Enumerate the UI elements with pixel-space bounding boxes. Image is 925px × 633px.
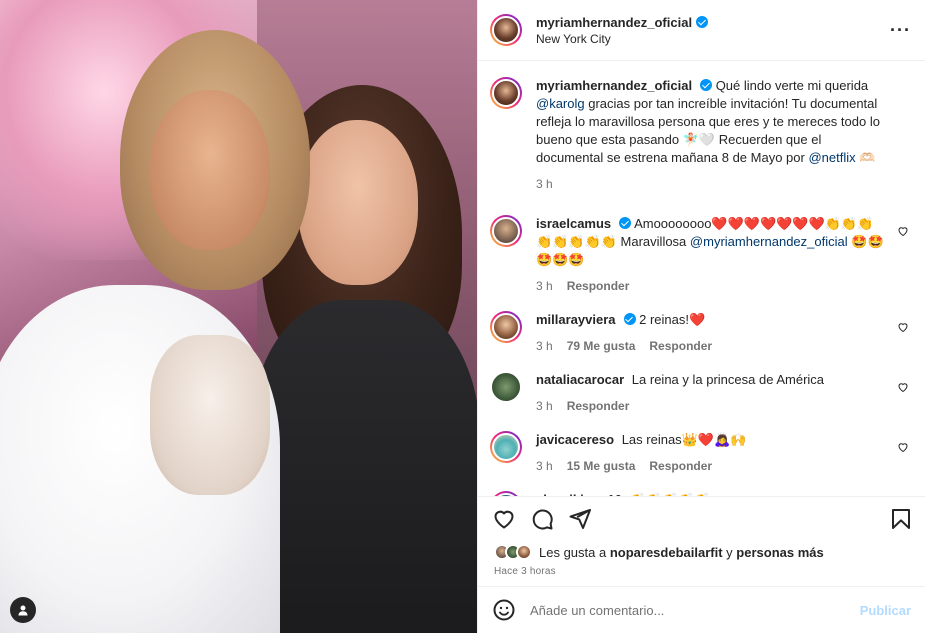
comment-like-heart-icon[interactable]	[897, 441, 909, 453]
caption-mention-karolg[interactable]: @karolg	[536, 96, 585, 111]
photo-person-left-face	[150, 90, 270, 250]
reply-button[interactable]: Responder	[567, 277, 630, 295]
comment-username[interactable]: clanvikingo10	[536, 492, 622, 496]
comment-item: israelcamus Amoooooooo❤️❤️❤️❤️❤️❤️❤️👏👏👏👏…	[490, 215, 909, 295]
comment-mention[interactable]: @myriamhernandez_oficial	[690, 234, 848, 249]
avatar[interactable]	[490, 311, 522, 343]
emoji-icon[interactable]	[492, 598, 516, 622]
post-photo[interactable]	[0, 0, 477, 633]
verified-badge-icon	[700, 79, 713, 91]
avatar[interactable]	[490, 215, 522, 247]
photo-person-right-face	[298, 120, 418, 285]
post-time-ago[interactable]: Hace 3 horas	[478, 564, 925, 586]
likes-summary: Les gusta a noparesdebailarfit y persona…	[478, 540, 925, 564]
likes-prefix: Les gusta a	[539, 544, 607, 560]
comment-time[interactable]: 3 h	[536, 277, 553, 295]
reply-button[interactable]: Responder	[567, 397, 630, 415]
comment-text: La reina y la princesa de América	[631, 372, 825, 387]
comment-likes-count[interactable]: 15 Me gusta	[567, 457, 636, 475]
comment-icon[interactable]	[530, 507, 554, 531]
comment-likes-count[interactable]: 79 Me gusta	[567, 337, 636, 355]
comment-text: 2 reinas!❤️	[639, 312, 706, 327]
likes-user[interactable]: noparesdebailarfit	[610, 545, 723, 560]
send-icon[interactable]	[568, 507, 592, 531]
comment-username[interactable]: javicacereso	[536, 432, 614, 447]
comment-item: nataliacarocar La reina y la princesa de…	[490, 371, 909, 415]
comment-username[interactable]: millarayviera	[536, 312, 616, 327]
post-caption: myriamhernandez_oficial Qué lindo verte …	[490, 77, 909, 193]
caption-time[interactable]: 3 h	[536, 175, 553, 193]
caption-username[interactable]: myriamhernandez_oficial	[536, 78, 692, 93]
avatar	[516, 544, 532, 560]
avatar[interactable]	[490, 371, 522, 403]
bookmark-icon[interactable]	[889, 507, 913, 531]
avatar[interactable]	[490, 14, 522, 46]
comment-item: millarayviera 2 reinas!❤️ 3 h 79 Me gust…	[490, 311, 909, 355]
post-header: myriamhernandez_oficial New York City ··…	[478, 0, 925, 61]
comment-like-heart-icon[interactable]	[897, 321, 909, 333]
comment-time[interactable]: 3 h	[536, 337, 553, 355]
photo-person-right-body	[250, 300, 477, 633]
post-side-panel: myriamhernandez_oficial New York City ··…	[477, 0, 925, 633]
comment-like-heart-icon[interactable]	[897, 381, 909, 393]
likes-others[interactable]: personas más	[736, 545, 823, 560]
comment-text: 👏👏👏👏👏	[630, 492, 711, 496]
comment-item: javicacereso Las reinas👑❤️🙇‍♀️🙌 3 h 15 M…	[490, 431, 909, 475]
caption-mention-netflix[interactable]: @netflix	[808, 150, 855, 165]
comment-input[interactable]	[530, 602, 860, 618]
post-author-info: myriamhernandez_oficial New York City	[536, 15, 890, 46]
verified-badge-icon	[619, 217, 632, 229]
heart-icon[interactable]	[492, 507, 516, 531]
likes-text: Les gusta a noparesdebailarfit y persona…	[539, 545, 824, 560]
avatar[interactable]	[490, 77, 522, 109]
photo-gloves	[150, 335, 270, 495]
publish-button[interactable]: Publicar	[860, 603, 911, 618]
reply-button[interactable]: Responder	[649, 457, 712, 475]
post-author-username[interactable]: myriamhernandez_oficial	[536, 15, 692, 30]
comment-username[interactable]: nataliacarocar	[536, 372, 624, 387]
comment-text: Las reinas👑❤️🙇‍♀️🙌	[621, 432, 747, 447]
caption-text: Qué lindo verte mi querida	[715, 78, 869, 93]
comment-time[interactable]: 3 h	[536, 397, 553, 415]
comment-like-heart-icon[interactable]	[897, 225, 909, 237]
avatar[interactable]	[490, 491, 522, 496]
comment-item: clanvikingo10 👏👏👏👏👏	[490, 491, 909, 496]
comment-time[interactable]: 3 h	[536, 457, 553, 475]
post-actions-bar	[478, 496, 925, 540]
verified-badge-icon	[623, 313, 636, 325]
avatar[interactable]	[490, 431, 522, 463]
tagged-users-icon[interactable]	[10, 597, 36, 623]
caption-text: 🫶🏻	[859, 150, 876, 165]
verified-badge-icon	[696, 15, 709, 28]
add-comment-bar: Publicar	[478, 586, 925, 633]
comment-username[interactable]: israelcamus	[536, 216, 611, 231]
likes-suffix: y	[726, 544, 733, 560]
comments-list[interactable]: myriamhernandez_oficial Qué lindo verte …	[478, 61, 925, 496]
post-location[interactable]: New York City	[536, 32, 890, 46]
reply-button[interactable]: Responder	[649, 337, 712, 355]
ellipsis-icon[interactable]: ···	[890, 20, 911, 41]
